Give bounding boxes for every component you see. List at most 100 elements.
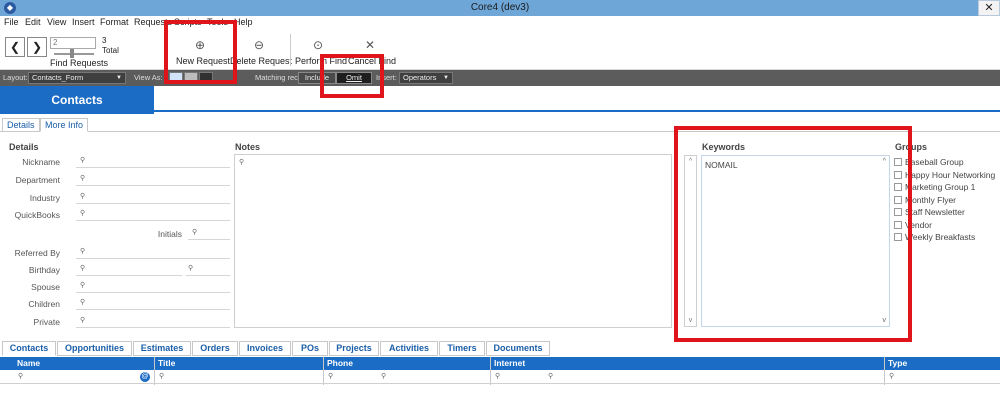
page-title: Contacts: [0, 86, 154, 114]
search-icon: ⚲: [548, 373, 554, 380]
record-slider-handle[interactable]: [70, 49, 74, 58]
industry-field[interactable]: ⚲: [76, 190, 230, 204]
spouse-label: Spouse: [31, 282, 60, 292]
menu-format[interactable]: Format: [100, 17, 129, 27]
birthday-label: Birthday: [28, 265, 60, 275]
highlight-omit: [320, 54, 384, 98]
window-title: Core4 (dev3): [470, 2, 530, 13]
spouse-field[interactable]: ⚲: [76, 279, 230, 293]
quickbooks-label: QuickBooks: [14, 210, 60, 220]
search-icon: ⚲: [239, 159, 245, 166]
chevron-down-icon: ▼: [443, 75, 449, 81]
find-requests-label: Find Requests: [50, 58, 109, 68]
portal-tab-activities[interactable]: Activities: [380, 341, 438, 356]
search-icon: ⚲: [80, 193, 86, 200]
search-icon: ⚲: [328, 373, 334, 380]
record-slider[interactable]: [54, 53, 94, 55]
group-label: Monthly Flyer: [905, 195, 957, 205]
search-icon: ⚲: [381, 373, 387, 380]
birthday-field[interactable]: ⚲: [76, 262, 182, 276]
record-total-label: Total: [102, 46, 119, 55]
search-icon: ⚲: [80, 317, 86, 324]
portal-tab-documents[interactable]: Documents: [486, 341, 550, 356]
search-icon: ⚲: [159, 373, 165, 380]
globe-icon[interactable]: @: [140, 372, 150, 382]
perform-find-icon[interactable]: ⊙: [310, 38, 326, 52]
column-header-type: Type: [888, 358, 908, 368]
portal-tab-opportunities[interactable]: Opportunities: [57, 341, 132, 356]
notes-field[interactable]: ⚲: [234, 154, 672, 328]
search-icon: ⚲: [18, 373, 24, 380]
record-number-field[interactable]: 2: [50, 37, 96, 49]
table-row[interactable]: ⚲ @ ⚲ ⚲ ⚲ ⚲ ⚲ ⚲: [0, 370, 1000, 384]
insert-operators-dropdown[interactable]: Operators ▼: [399, 72, 453, 84]
menu-bar: File Edit View Insert Format Requests Sc…: [0, 16, 1000, 30]
record-total-count: 3: [102, 36, 107, 45]
column-header-name: Name: [17, 358, 41, 368]
search-icon: ⚲: [80, 210, 86, 217]
cancel-find-icon[interactable]: ✕: [362, 38, 378, 52]
private-label: Private: [33, 317, 60, 327]
tab-details[interactable]: Details: [2, 118, 40, 132]
delete-request-icon[interactable]: ⊖: [251, 38, 267, 52]
department-label: Department: [15, 175, 60, 185]
department-field[interactable]: ⚲: [76, 172, 230, 186]
highlight-keywords: [674, 126, 912, 342]
group-label: Baseball Group: [905, 157, 964, 167]
column-header-title: Title: [158, 358, 176, 368]
group-label: Staff Newsletter: [905, 207, 965, 217]
search-icon: ⚲: [80, 157, 86, 164]
initials-label: Initials: [157, 229, 182, 239]
birthday-secondary-field[interactable]: ⚲: [186, 262, 230, 276]
tab-more-info[interactable]: More Info: [40, 118, 89, 132]
children-field[interactable]: ⚲: [76, 296, 230, 310]
delete-request-button[interactable]: Delete Request: [230, 56, 292, 66]
layout-dropdown[interactable]: Contacts_Form ▼: [28, 72, 126, 84]
portal-tab-estimates[interactable]: Estimates: [133, 341, 191, 356]
highlight-new-request: [164, 20, 237, 84]
search-icon: ⚲: [80, 299, 86, 306]
private-field[interactable]: ⚲: [76, 314, 230, 328]
nickname-field[interactable]: ⚲: [76, 154, 230, 168]
close-icon[interactable]: ✕: [978, 0, 1000, 16]
column-header-phone: Phone: [327, 358, 353, 368]
initials-field[interactable]: ⚲: [188, 226, 230, 240]
group-label: Weekly Breakfasts: [905, 232, 976, 242]
insert-dropdown-value: Operators: [403, 73, 437, 82]
previous-record-button[interactable]: ❮: [5, 37, 25, 57]
menu-view[interactable]: View: [47, 17, 66, 27]
search-icon: ⚲: [80, 265, 86, 272]
menu-file[interactable]: File: [4, 17, 19, 27]
next-record-button[interactable]: ❯: [27, 37, 47, 57]
children-label: Children: [28, 299, 60, 309]
quickbooks-field[interactable]: ⚲: [76, 207, 230, 221]
layout-dropdown-value: Contacts_Form: [32, 73, 84, 82]
search-icon: ⚲: [889, 373, 895, 380]
portal-header: Name Title Phone Internet Type: [0, 357, 1000, 370]
portal-tab-contacts[interactable]: Contacts: [2, 341, 56, 356]
search-icon: ⚲: [188, 265, 194, 272]
portal-tab-invoices[interactable]: Invoices: [239, 341, 291, 356]
referred-by-field[interactable]: ⚲: [76, 245, 230, 259]
portal-tab-projects[interactable]: Projects: [329, 341, 379, 356]
layout-bar: Layout: Contacts_Form ▼ View As: Matchin…: [0, 70, 1000, 86]
portal-tab-timers[interactable]: Timers: [439, 341, 485, 356]
layout-label: Layout:: [3, 73, 28, 82]
portal-tab-pos[interactable]: POs: [292, 341, 328, 356]
menu-edit[interactable]: Edit: [25, 17, 41, 27]
title-bar: ◆ Core4 (dev3) ✕: [0, 0, 1000, 16]
view-as-label: View As:: [134, 73, 163, 82]
search-icon: ⚲: [80, 175, 86, 182]
search-icon: ⚲: [192, 229, 198, 236]
notes-heading: Notes: [235, 142, 261, 152]
details-heading: Details: [9, 142, 39, 152]
portal-tab-orders[interactable]: Orders: [192, 341, 238, 356]
group-label: Happy Hour Networking: [905, 170, 996, 180]
group-label: Marketing Group 1: [905, 182, 976, 192]
toolbar-separator: [290, 34, 291, 66]
search-icon: ⚲: [80, 282, 86, 289]
menu-insert[interactable]: Insert: [72, 17, 95, 27]
search-icon: ⚲: [80, 248, 86, 255]
search-icon: ⚲: [495, 373, 501, 380]
column-header-internet: Internet: [494, 358, 526, 368]
